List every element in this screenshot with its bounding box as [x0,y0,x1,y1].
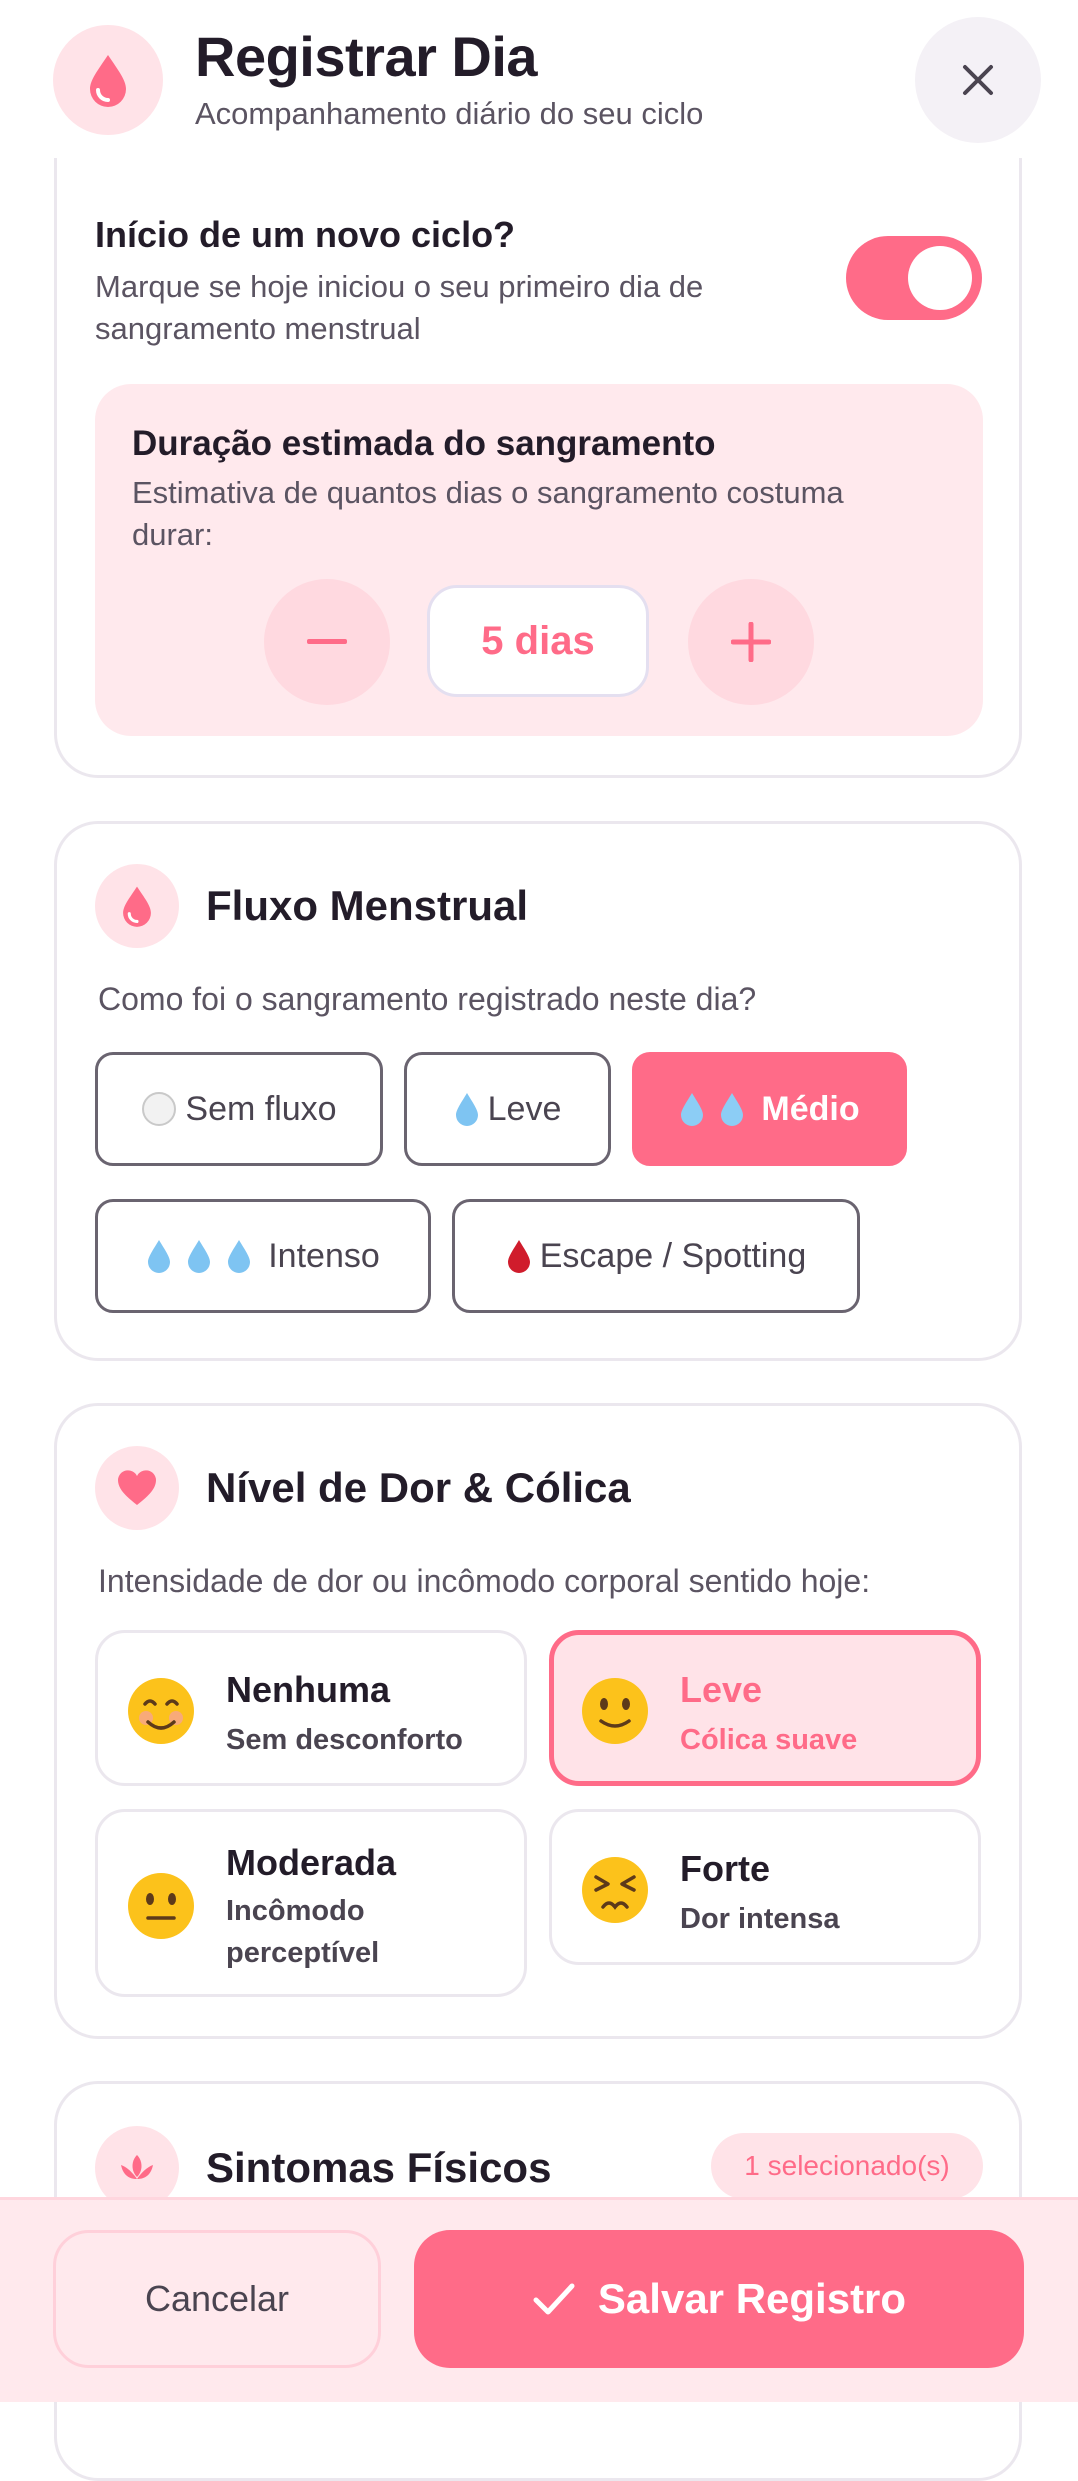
white-circle-icon [142,1092,177,1126]
pain-option-subtitle: Incômodo perceptível [226,1890,379,1974]
flow-question: Como foi o sangramento registrado neste … [98,981,757,1017]
smiling-face-icon [128,1678,194,1744]
pain-question: Intensidade de dor ou incômodo corporal … [98,1563,871,1599]
symptoms-count-badge: 1 selecionado(s) [711,2133,983,2199]
duration-description: Estimativa de quantos dias o sangramento… [132,472,844,556]
pain-option-title: Nenhuma [226,1669,391,1710]
heart-icon [118,1470,156,1505]
flow-option-label: Escape / Spotting [539,1236,807,1275]
plus-icon [731,622,771,662]
pain-option-moderate[interactable]: Moderada Incômodo perceptível [95,1809,527,1997]
flow-option-heavy[interactable]: Intenso [95,1199,431,1313]
footer-bar: Cancelar Salvar Registro [0,2197,1078,2402]
flow-option-label: Intenso [268,1236,380,1275]
flow-option-label: Sem fluxo [185,1089,337,1128]
minus-icon [307,639,347,644]
flow-title: Fluxo Menstrual [206,882,529,929]
close-button[interactable] [915,17,1041,143]
pain-option-strong[interactable]: Forte Dor intensa [549,1809,981,1965]
save-button[interactable]: Salvar Registro [414,2230,1024,2368]
duration-value: 5 dias [427,585,649,697]
app-logo [53,25,163,135]
pain-option-title: Leve [680,1669,763,1710]
blood-drop-icon [123,886,151,927]
flow-card-icon [95,864,179,948]
duration-description-line2: durar: [132,517,213,552]
flow-option-light[interactable]: Leve [404,1052,611,1166]
new-cycle-toggle[interactable] [846,236,982,320]
toggle-knob [908,246,972,310]
pain-title: Nível de Dor & Cólica [206,1464,631,1511]
flow-option-medium[interactable]: Médio [632,1052,907,1166]
cancel-button[interactable]: Cancelar [53,2230,381,2368]
two-droplets-icon [679,1091,745,1127]
flow-option-label: Médio [761,1089,860,1128]
pain-option-title: Moderada [226,1842,397,1883]
new-cycle-description-line2: sangramento menstrual [95,311,421,346]
symptoms-title: Sintomas Físicos [206,2144,552,2191]
lotus-icon [121,2155,153,2179]
increase-duration-button[interactable] [688,579,814,705]
pain-option-none[interactable]: Nenhuma Sem desconforto [95,1630,527,1786]
neutral-face-icon [128,1873,194,1939]
pain-option-subtitle: Sem desconforto [226,1724,463,1756]
pain-option-subtitle: Dor intensa [680,1903,840,1935]
save-button-label: Salvar Registro [597,2275,907,2322]
decrease-duration-button[interactable] [264,579,390,705]
pain-option-subtitle-line1: Incômodo [226,1895,365,1927]
droplet-icon [455,1093,478,1126]
page-subtitle: Acompanhamento diário do seu ciclo [195,96,704,131]
duration-description-line1: Estimativa de quantos dias o sangramento… [132,475,844,510]
flow-option-spotting[interactable]: Escape / Spotting [452,1199,860,1313]
new-cycle-description-line1: Marque se hoje iniciou o seu primeiro di… [95,269,704,304]
header: Registrar Dia Acompanhamento diário do s… [0,0,1078,158]
flow-option-none[interactable]: Sem fluxo [95,1052,383,1166]
close-icon [963,65,993,95]
check-icon [533,2283,575,2315]
persevering-face-icon [582,1857,648,1923]
slight-smile-icon [582,1678,648,1744]
flow-option-label: Leve [487,1089,562,1128]
pain-card-icon [95,1446,179,1530]
blood-drop-icon [507,1240,530,1273]
pain-option-title: Forte [680,1848,770,1889]
pain-option-subtitle-line2: perceptível [226,1937,380,1969]
pain-option-subtitle: Cólica suave [680,1724,858,1756]
duration-title: Duração estimada do sangramento [132,424,716,463]
pain-option-light[interactable]: Leve Cólica suave [549,1630,981,1786]
three-droplets-icon [146,1238,252,1274]
page-title: Registrar Dia [195,25,538,88]
blood-drop-icon [90,55,126,107]
new-cycle-description: Marque se hoje iniciou o seu primeiro di… [95,266,703,350]
new-cycle-title: Início de um novo ciclo? [95,214,516,255]
